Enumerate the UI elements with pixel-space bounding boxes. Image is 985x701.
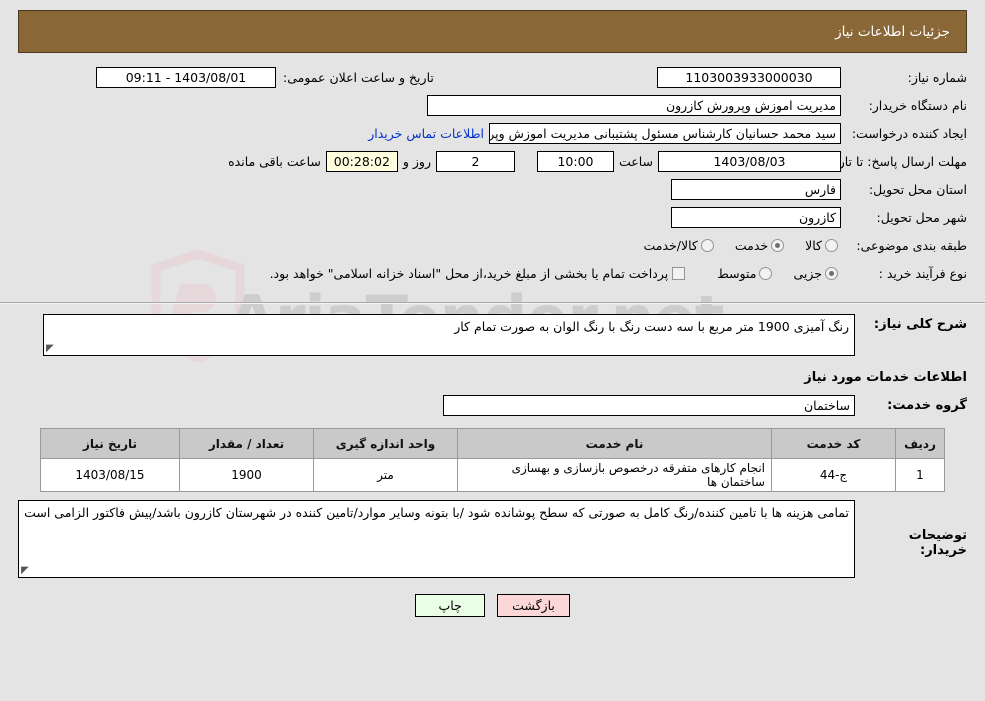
need-number-label: شماره نیاز: <box>907 69 967 85</box>
purchase-type-radio-group: جزیی متوسط <box>699 266 841 281</box>
treasury-note-checkbox[interactable] <box>672 266 686 280</box>
buyer-contact-link[interactable]: اطلاعات تماس خریدار <box>363 126 489 141</box>
announce-datetime-label: تاریخ و ساعت اعلان عمومی: <box>283 69 434 85</box>
purchase-option-jozi[interactable]: جزیی <box>793 266 841 281</box>
category-option-kala-khedmat[interactable]: کالا/خدمت <box>643 238 716 253</box>
hour-label: ساعت <box>618 153 653 169</box>
category-option-kala[interactable]: کالا <box>805 238 841 253</box>
deadline-label: مهلت ارسال پاسخ: تا تاریخ: <box>822 153 967 169</box>
category-radio-group: کالا خدمت کالا/خدمت <box>625 238 841 253</box>
remaining-days-field: 2 <box>435 150 515 172</box>
need-info-panel: شماره نیاز: 1103003933000030 تاریخ و ساع… <box>6 66 979 296</box>
need-number-field[interactable]: 1103003933000030 <box>657 66 841 88</box>
buyer-org-label: نام دستگاه خریدار: <box>868 97 967 113</box>
resize-grip-icon[interactable]: ◥ <box>21 565 29 576</box>
cell-need-date: 1403/08/15 <box>40 458 180 492</box>
services-section-title: اطلاعات خدمات مورد نیاز <box>804 370 967 385</box>
cell-name: انجام کارهای متفرقه درخصوص بازسازی و بهس… <box>457 458 772 492</box>
description-value: رنگ آمیزی 1900 متر مربع با سه دست رنگ با… <box>454 319 849 334</box>
city-field[interactable]: کازرون <box>671 206 841 228</box>
print-button[interactable]: چاپ <box>415 594 486 617</box>
category-option-khedmat[interactable]: خدمت <box>735 238 787 253</box>
resize-grip-icon[interactable]: ◥ <box>46 343 54 354</box>
radio-motavaset-icon[interactable] <box>759 266 773 280</box>
category-option-khedmat-label: خدمت <box>734 237 769 253</box>
description-label: شرح کلی نیاز: <box>873 317 967 332</box>
creator-field[interactable]: سید محمد حسانیان کارشناس مسئول پشتیبانی … <box>489 122 841 144</box>
page-title-bar: جزئیات اطلاعات نیاز <box>18 10 967 53</box>
col-unit: واحد اندازه گیری <box>313 428 458 459</box>
row-general-description: شرح کلی نیاز: رنگ آمیزی 1900 متر مربع با… <box>18 314 967 356</box>
col-quantity: تعداد / مقدار <box>179 428 314 459</box>
buyer-notes-value: تمامی هزینه ها با تامین کننده/رنگ کامل ب… <box>24 505 849 520</box>
buyer-notes-textarea[interactable]: تمامی هزینه ها با تامین کننده/رنگ کامل ب… <box>18 500 855 578</box>
radio-khedmat-icon[interactable] <box>771 238 785 252</box>
category-option-kala-label: کالا <box>805 237 822 253</box>
description-textarea[interactable]: رنگ آمیزی 1900 متر مربع با سه دست رنگ با… <box>43 314 855 356</box>
row-deadline: مهلت ارسال پاسخ: تا تاریخ: 1403/08/03 سا… <box>18 150 967 172</box>
service-group-field[interactable]: ساختمان <box>443 395 855 416</box>
treasury-note-text: پرداخت تمام یا بخشی از مبلغ خرید،از محل … <box>269 265 669 281</box>
radio-kala-icon[interactable] <box>825 238 838 252</box>
deadline-date-field[interactable]: 1403/08/03 <box>658 150 841 172</box>
row-purchase-type: نوع فرآیند خرید : جزیی متوسط پرداخت تمام… <box>18 262 967 284</box>
description-section: شرح کلی نیاز: رنگ آمیزی 1900 متر مربع با… <box>6 304 979 578</box>
buyer-org-field[interactable]: مدیریت اموزش وپرورش کازرون <box>427 94 841 116</box>
cell-code: ج-44 <box>771 458 896 492</box>
remaining-label: ساعت باقی مانده <box>228 153 321 169</box>
cell-quantity: 1900 <box>179 458 314 492</box>
row-buyer-org: نام دستگاه خریدار: مدیریت اموزش وپرورش ک… <box>18 94 967 116</box>
buyer-notes-label: توضیحات خریدار: <box>908 528 967 558</box>
row-buyer-notes: توضیحات خریدار: تمامی هزینه ها با تامین … <box>18 500 967 578</box>
cell-unit: متر <box>313 458 458 492</box>
purchase-option-motavaset-label: متوسط <box>717 265 757 281</box>
col-name: نام خدمت <box>457 428 772 459</box>
creator-label: ایجاد کننده درخواست: <box>851 125 967 141</box>
purchase-option-jozi-label: جزیی <box>793 265 822 281</box>
category-label: طبقه بندی موضوعی: <box>856 237 967 253</box>
days-label: روز و <box>402 153 431 169</box>
announce-datetime-field[interactable]: 1403/08/01 - 09:11 <box>96 66 276 88</box>
back-button[interactable]: بازگشت <box>497 594 570 617</box>
cell-index: 1 <box>895 458 945 492</box>
table-header-row: ردیف کد خدمت نام خدمت واحد اندازه گیری ت… <box>40 428 945 459</box>
row-category: طبقه بندی موضوعی: کالا خدمت کالا/خدمت <box>18 234 967 256</box>
radio-jozi-icon[interactable] <box>825 266 838 280</box>
row-request-creator: ایجاد کننده درخواست: سید محمد حسانیان کا… <box>18 122 967 144</box>
category-option-kala-khedmat-label: کالا/خدمت <box>643 237 698 253</box>
province-field[interactable]: فارس <box>671 178 841 200</box>
purchase-option-motavaset[interactable]: متوسط <box>717 266 775 281</box>
deadline-time-field[interactable]: 10:00 <box>536 150 614 172</box>
col-code: کد خدمت <box>771 428 896 459</box>
radio-kala-khedmat-icon[interactable] <box>700 238 714 252</box>
footer-actions: بازگشت چاپ <box>0 594 985 617</box>
col-index: ردیف <box>895 428 945 459</box>
page-root: جزئیات اطلاعات نیاز شماره نیاز: 11030039… <box>0 10 985 617</box>
page-title: جزئیات اطلاعات نیاز <box>835 23 950 40</box>
service-group-label: گروه خدمت: <box>887 398 967 413</box>
city-label: شهر محل تحویل: <box>876 209 967 225</box>
row-province: استان محل تحویل: فارس <box>18 178 967 200</box>
row-need-number: شماره نیاز: 1103003933000030 تاریخ و ساع… <box>18 66 967 88</box>
purchase-type-label: نوع فرآیند خرید : <box>878 265 967 281</box>
col-need-date: تاریخ نیاز <box>40 428 180 459</box>
row-city: شهر محل تحویل: کازرون <box>18 206 967 228</box>
row-service-group: گروه خدمت: ساختمان <box>18 395 967 416</box>
table-row: 1 ج-44 انجام کارهای متفرقه درخصوص بازساز… <box>40 458 945 492</box>
province-label: استان محل تحویل: <box>868 181 967 197</box>
services-table: ردیف کد خدمت نام خدمت واحد اندازه گیری ت… <box>40 428 945 492</box>
countdown-timer: 00:28:02 <box>325 150 398 172</box>
